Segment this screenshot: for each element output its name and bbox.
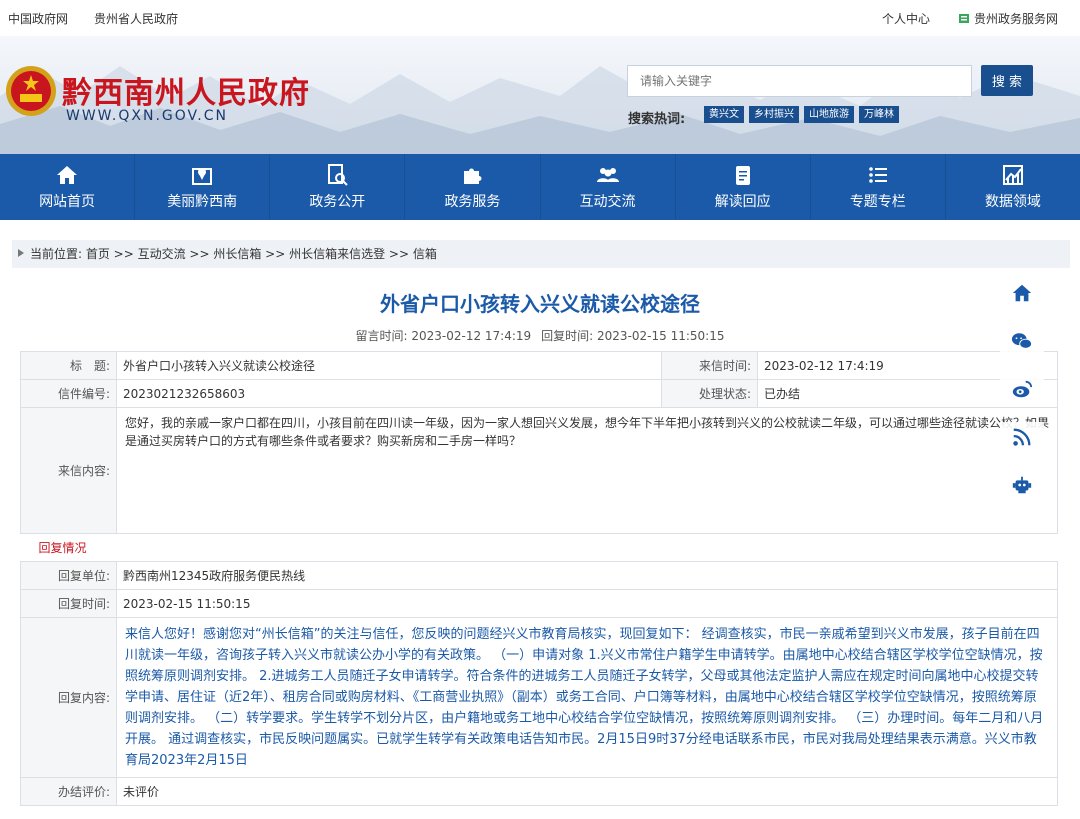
float-home-button[interactable] <box>1000 278 1044 308</box>
float-rss-button[interactable] <box>1000 422 1044 452</box>
number-label: 信件编号: <box>20 379 117 408</box>
nav-label: 政务服务 <box>444 194 501 210</box>
rss-icon <box>1013 428 1031 446</box>
letter-detail-table: 标 题: 外省户口小孩转入兴义就读公校途径 来信时间: 2023-02-12 1… <box>20 351 1058 806</box>
breadcrumb: 当前位置: 首页 >> 互动交流 >> 州长信箱 >> 州长信箱来信选登 >> … <box>12 240 1070 268</box>
table-row: 标 题: 外省户口小孩转入兴义就读公校途径 来信时间: 2023-02-12 1… <box>20 351 1058 380</box>
nav-label: 网站首页 <box>39 194 96 210</box>
link-personal-center[interactable]: 个人中心 <box>882 10 930 27</box>
breadcrumb-text[interactable]: 当前位置: 首页 >> 互动交流 >> 州长信箱 >> 州长信箱来信选登 >> … <box>30 247 437 261</box>
site-url: WWW.QXN.GOV.CN <box>66 108 228 124</box>
site-title: 黔西南州人民政府 <box>62 76 310 111</box>
reply-content-label: 回复内容: <box>20 617 117 778</box>
hot-tag[interactable]: 黄兴文 <box>704 106 744 123</box>
reply-section-heading: 回复情况 <box>20 533 1058 562</box>
wechat-icon <box>1011 333 1033 349</box>
breadcrumb-arrow-icon <box>18 249 24 257</box>
number-value: 2023021232658603 <box>116 379 662 408</box>
evaluation-label: 办结评价: <box>20 777 117 806</box>
home-icon <box>57 166 78 184</box>
top-right-links: 个人中心 贵州政务服务网 <box>882 10 1058 27</box>
nav-item-special-topics[interactable]: 专题专栏 <box>811 154 946 220</box>
float-wechat-button[interactable] <box>1000 326 1044 356</box>
nav-label: 专题专栏 <box>849 194 906 210</box>
people-icon <box>596 168 619 182</box>
nav-item-interpretation[interactable]: 解读回应 <box>676 154 811 220</box>
weibo-icon <box>1012 380 1033 398</box>
floating-toolbar <box>1000 278 1044 500</box>
list-icon <box>869 167 887 183</box>
float-weibo-button[interactable] <box>1000 374 1044 404</box>
article-meta: 留言时间: 2023-02-12 17:4:19 回复时间: 2023-02-15… <box>0 327 1080 344</box>
table-row: 办结评价: 未评价 <box>20 777 1058 806</box>
document-search-icon <box>328 164 349 186</box>
message-time: 留言时间: 2023-02-12 17:4:19 <box>355 329 532 343</box>
map-pin-icon <box>192 168 213 185</box>
reply-time: 回复时间: 2023-02-15 11:50:15 <box>541 329 725 343</box>
puzzle-icon <box>464 168 482 184</box>
title-label: 标 题: <box>20 351 117 380</box>
page-title: 外省户口小孩转入兴义就读公校途径 <box>380 292 700 316</box>
chart-icon <box>1002 165 1023 185</box>
nav-item-gov-service[interactable]: 政务服务 <box>405 154 541 220</box>
nav-item-interaction[interactable]: 互动交流 <box>541 154 676 220</box>
date-label: 来信时间: <box>661 351 758 380</box>
letter-content: 您好，我的亲戚一家户口都在四川，小孩目前在四川读一年级，因为一家人想回兴义发展，… <box>116 407 1058 534</box>
nav-label: 政务公开 <box>309 194 366 210</box>
evaluation-value: 未评价 <box>116 777 1058 806</box>
reply-unit-value: 黔西南州12345政府服务便民热线 <box>116 561 1058 590</box>
table-row: 来信内容: 您好，我的亲戚一家户口都在四川，小孩目前在四川读一年级，因为一家人想… <box>20 407 1058 534</box>
nav-item-home[interactable]: 网站首页 <box>0 154 136 220</box>
nav-label: 美丽黔西南 <box>167 194 238 210</box>
search-button[interactable]: 搜 索 <box>981 65 1033 96</box>
reply-time-label: 回复时间: <box>20 589 117 618</box>
home-icon <box>1012 284 1032 302</box>
status-label: 处理状态: <box>661 379 758 408</box>
hot-words-label: 搜索热词: <box>628 112 686 127</box>
table-row: 回复单位: 黔西南州12345政府服务便民热线 <box>20 561 1058 590</box>
float-robot-button[interactable] <box>1000 470 1044 500</box>
table-row: 信件编号: 2023021232658603 处理状态: 已办结 <box>20 379 1058 408</box>
national-emblem-icon <box>6 66 56 116</box>
reply-content: 来信人您好！感谢您对“州长信箱”的关注与信任，您反映的问题经兴义市教育局核实，现… <box>116 617 1058 778</box>
reply-time-value: 2023-02-15 11:50:15 <box>116 589 1058 618</box>
nav-label: 互动交流 <box>579 194 636 210</box>
nav-item-data[interactable]: 数据领域 <box>946 154 1080 220</box>
table-row: 回复内容: 来信人您好！感谢您对“州长信箱”的关注与信任，您反映的问题经兴义市教… <box>20 617 1058 778</box>
table-row: 回复时间: 2023-02-15 11:50:15 <box>20 589 1058 618</box>
nav-label: 数据领域 <box>984 194 1041 210</box>
hot-words: 黄兴文 乡村振兴 山地旅游 万峰林 <box>704 106 899 123</box>
table-row: 回复情况 <box>20 533 1058 562</box>
site-header: 黔西南州人民政府 WWW.QXN.GOV.CN 搜 索 搜索热词: 黄兴文 乡村… <box>0 36 1080 154</box>
clipboard-icon <box>735 166 750 185</box>
hot-tag[interactable]: 山地旅游 <box>804 106 854 123</box>
search-input[interactable] <box>627 65 972 97</box>
link-china-gov[interactable]: 中国政府网 <box>8 10 68 27</box>
service-net-icon <box>958 14 969 23</box>
robot-icon <box>1012 476 1032 494</box>
title-value: 外省户口小孩转入兴义就读公校途径 <box>116 351 662 380</box>
service-net-link[interactable]: 贵州政务服务网 <box>958 10 1058 27</box>
top-links: 中国政府网 贵州省人民政府 <box>8 10 178 27</box>
link-guizhou-gov[interactable]: 贵州省人民政府 <box>94 10 178 27</box>
main-nav: 网站首页 美丽黔西南 政务公开 政务服务 互动交流 解读回应 专题专栏 数据领域 <box>0 154 1080 220</box>
content-label: 来信内容: <box>20 407 117 534</box>
hot-tag[interactable]: 万峰林 <box>859 106 899 123</box>
top-bar: 中国政府网 贵州省人民政府 个人中心 贵州政务服务网 <box>0 0 1080 36</box>
reply-unit-label: 回复单位: <box>20 561 117 590</box>
link-service-net[interactable]: 贵州政务服务网 <box>974 12 1058 26</box>
nav-item-gov-disclosure[interactable]: 政务公开 <box>270 154 406 220</box>
hot-tag[interactable]: 乡村振兴 <box>749 106 799 123</box>
nav-label: 解读回应 <box>714 194 771 210</box>
nav-item-beautiful-qxn[interactable]: 美丽黔西南 <box>135 154 271 220</box>
